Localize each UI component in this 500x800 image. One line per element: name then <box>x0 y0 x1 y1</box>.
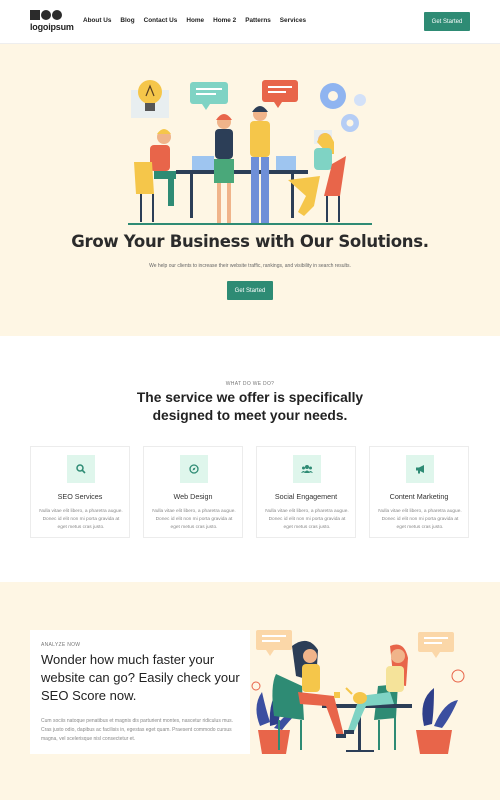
nav-contact-us[interactable]: Contact Us <box>144 17 178 24</box>
nav-services[interactable]: Services <box>280 17 306 24</box>
logo-text: logoipsum <box>30 22 74 32</box>
service-card-text: Nulla vitae elit libero, a pharetra augu… <box>378 509 462 530</box>
hero-subtitle: We help our clients to increase their we… <box>149 263 351 269</box>
header-get-started-button[interactable]: Get Started <box>424 12 470 31</box>
service-card-text: Nulla vitae elit libero, a pharetra augu… <box>265 509 349 530</box>
hero-get-started-button[interactable]: Get Started <box>227 281 273 300</box>
compass-icon <box>180 455 208 483</box>
nav-blog[interactable]: Blog <box>120 17 134 24</box>
analyze-card: ANALYZE NOW Wonder how much faster your … <box>30 630 250 754</box>
services-title: The service we offer is specifically des… <box>136 390 364 423</box>
nav-patterns[interactable]: Patterns <box>245 17 271 24</box>
main-nav: About Us Blog Contact Us Home Home 2 Pat… <box>83 17 306 24</box>
service-card-text: Nulla vitae elit libero, a pharetra augu… <box>152 509 236 530</box>
analyze-eyebrow: ANALYZE NOW <box>41 642 81 648</box>
hero-title: Grow Your Business with Our Solutions. <box>71 232 429 251</box>
megaphone-icon <box>406 455 434 483</box>
services-eyebrow: WHAT DO WE DO? <box>225 381 275 387</box>
team-meeting-illustration <box>128 80 372 225</box>
service-card-title: Content Marketing <box>389 492 449 501</box>
search-icon <box>67 455 95 483</box>
service-card-content-marketing[interactable]: Content Marketing Nulla vitae elit liber… <box>369 446 469 538</box>
users-icon <box>293 455 321 483</box>
service-card-social-engagement[interactable]: Social Engagement Nulla vitae elit liber… <box>256 446 356 538</box>
service-card-text: Nulla vitae elit libero, a pharetra augu… <box>39 509 123 530</box>
logo-mark-icon <box>30 10 62 20</box>
site-header: logoipsum About Us Blog Contact Us Home … <box>0 0 500 44</box>
coffee-chat-illustration <box>251 630 465 754</box>
nav-home-2[interactable]: Home 2 <box>213 17 236 24</box>
analyze-section: ANALYZE NOW Wonder how much faster your … <box>0 582 500 800</box>
service-card-web-design[interactable]: Web Design Nulla vitae elit libero, a ph… <box>143 446 243 538</box>
service-card-title: SEO Services <box>57 492 103 501</box>
nav-about-us[interactable]: About Us <box>83 17 111 24</box>
nav-home[interactable]: Home <box>186 17 204 24</box>
services-section: WHAT DO WE DO? The service we offer is s… <box>0 336 500 582</box>
logo[interactable]: logoipsum <box>30 10 74 34</box>
analyze-title: Wonder how much faster your website can … <box>41 652 240 703</box>
analyze-text: Cum sociis natoque penatibus et magnis d… <box>41 718 234 742</box>
service-card-title: Web Design <box>173 492 213 501</box>
service-card-title: Social Engagement <box>274 492 338 501</box>
service-card-seo[interactable]: SEO Services Nulla vitae elit libero, a … <box>30 446 130 538</box>
hero-section: Grow Your Business with Our Solutions. W… <box>0 44 500 336</box>
